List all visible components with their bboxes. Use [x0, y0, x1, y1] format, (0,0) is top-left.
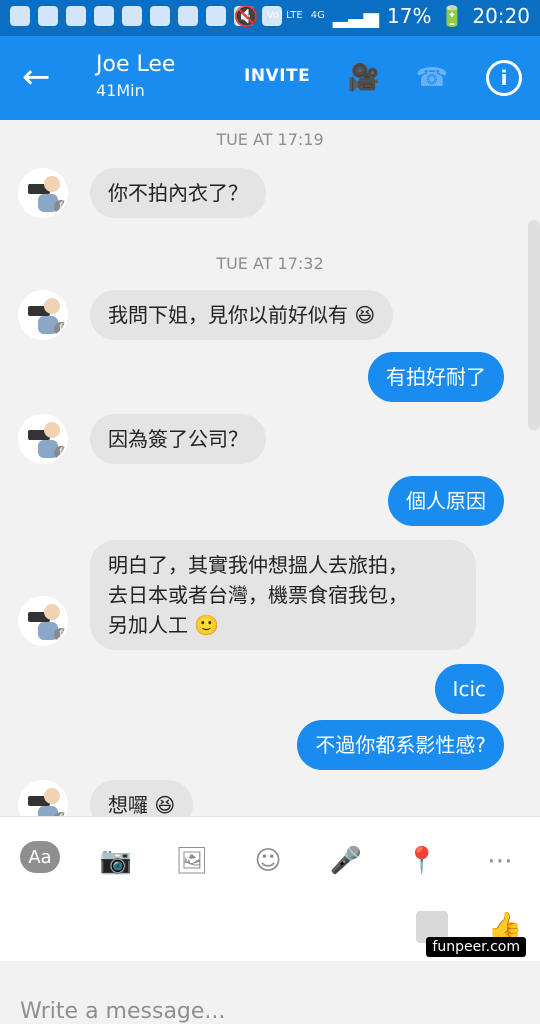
message-line: 去日本或者台灣，機票食宿我包，	[108, 583, 408, 607]
text-style-button[interactable]: Aa	[20, 841, 60, 873]
chat-icon	[10, 6, 30, 26]
app-bar: ← Joe Lee 41Min INVITE 🎥 ☎ i	[0, 36, 540, 120]
facebook-badge-icon: f	[54, 628, 66, 642]
signal-icon: ▂▃▅	[332, 4, 379, 28]
message-bubble-incoming[interactable]: 因為簽了公司？	[90, 414, 266, 464]
location-icon[interactable]: 📍	[402, 841, 442, 881]
conversation[interactable]: TUE AT 17:19 f 你不拍內衣了？ TUE AT 17:32 f 我問…	[0, 120, 540, 816]
message-input[interactable]: Write a message...	[0, 903, 400, 1024]
message-input-placeholder: Write a message...	[20, 999, 226, 1024]
contact-info[interactable]: Joe Lee 41Min	[96, 52, 175, 100]
message-bubble-outgoing[interactable]: 有拍好耐了	[368, 352, 504, 402]
info-icon[interactable]: i	[486, 60, 522, 96]
avatar[interactable]: f	[20, 170, 66, 216]
arrow-left-icon[interactable]: ←	[22, 60, 51, 94]
avatar[interactable]: f	[20, 782, 66, 816]
invite-button[interactable]: INVITE	[244, 66, 310, 86]
message-bubble-incoming[interactable]: 你不拍內衣了？	[90, 168, 266, 218]
instagram-icon	[178, 6, 198, 26]
more-icon[interactable]: ⋯	[480, 841, 520, 881]
facebook-badge-icon: f	[54, 200, 66, 214]
message-text: 我問下姐，見你以前好似有	[108, 303, 348, 327]
status-bar: 🔇 Vo) LTE 4G ▂▃▅ 17% 🔋 20:20	[0, 0, 540, 36]
wechat-icon	[38, 6, 58, 26]
composer: Aa 📷 🖼 ☺ 🎤 📍 ⋯ Write a message... 👍 funp…	[0, 816, 540, 1024]
message-bubble-incoming[interactable]: 我問下姐，見你以前好似有 😆	[90, 290, 394, 340]
video-camera-icon[interactable]: 🎥	[346, 60, 382, 96]
gallery-icon	[66, 6, 86, 26]
status-icons-right: 🔇 Vo) LTE 4G ▂▃▅ 17% 🔋 20:20	[234, 4, 530, 28]
dribbble-icon	[122, 6, 142, 26]
face-icon	[44, 422, 60, 438]
face-icon	[44, 788, 60, 804]
message-bubble-incoming-multiline[interactable]: 明白了，其實我仲想搵人去旅拍， 去日本或者台灣，機票食宿我包， 另加人工 🙂	[90, 540, 476, 650]
avatar[interactable]: f	[20, 598, 66, 644]
face-icon	[44, 176, 60, 192]
message-bubble-incoming[interactable]: 想囉 😆	[90, 780, 194, 816]
smiley-icon[interactable]: ☺	[248, 841, 288, 881]
avatar[interactable]: f	[20, 416, 66, 462]
scrollbar[interactable]	[528, 220, 540, 430]
instagram-icon	[94, 6, 114, 26]
camera-icon[interactable]: 📷	[96, 841, 136, 881]
avatar[interactable]: f	[20, 292, 66, 338]
message-text: 另加人工	[108, 613, 188, 637]
mail-icon	[150, 6, 170, 26]
timestamp-1: TUE AT 17:19	[216, 130, 324, 149]
laughing-emoji-icon: 😆	[354, 303, 376, 327]
laughing-emoji-icon: 😆	[154, 793, 176, 816]
face-icon	[44, 604, 60, 620]
battery-percent: 17%	[387, 4, 432, 28]
watermark: funpeer.com	[426, 937, 526, 957]
message-bubble-outgoing[interactable]: Icic	[434, 664, 504, 714]
phone-icon[interactable]: ☎	[414, 60, 450, 96]
message-line: 明白了，其實我仲想搵人去旅拍，	[108, 553, 408, 577]
mute-icon: 🔇	[233, 4, 259, 28]
timestamp-2: TUE AT 17:32	[216, 254, 324, 273]
message-bubble-outgoing[interactable]: 個人原因	[388, 476, 504, 526]
time: 20:20	[472, 4, 530, 28]
message-bubble-outgoing[interactable]: 不過你都系影性感?	[297, 720, 504, 770]
contact-name: Joe Lee	[96, 52, 176, 77]
battery-icon: 🔋	[439, 4, 465, 28]
lte-indicator: Vo) LTE	[266, 10, 303, 21]
image-icon[interactable]: 🖼	[172, 841, 212, 881]
facebook-badge-icon: f	[54, 446, 66, 460]
contact-status: 41Min	[96, 81, 145, 100]
network-indicator: 4G	[310, 10, 325, 21]
message-text: 想囉	[108, 793, 148, 816]
warning-icon	[206, 6, 226, 26]
mic-icon[interactable]: 🎤	[326, 841, 366, 881]
face-icon	[44, 298, 60, 314]
smile-emoji-icon: 🙂	[194, 613, 220, 637]
message-line: 另加人工 🙂	[108, 610, 458, 640]
facebook-badge-icon: f	[54, 322, 66, 336]
